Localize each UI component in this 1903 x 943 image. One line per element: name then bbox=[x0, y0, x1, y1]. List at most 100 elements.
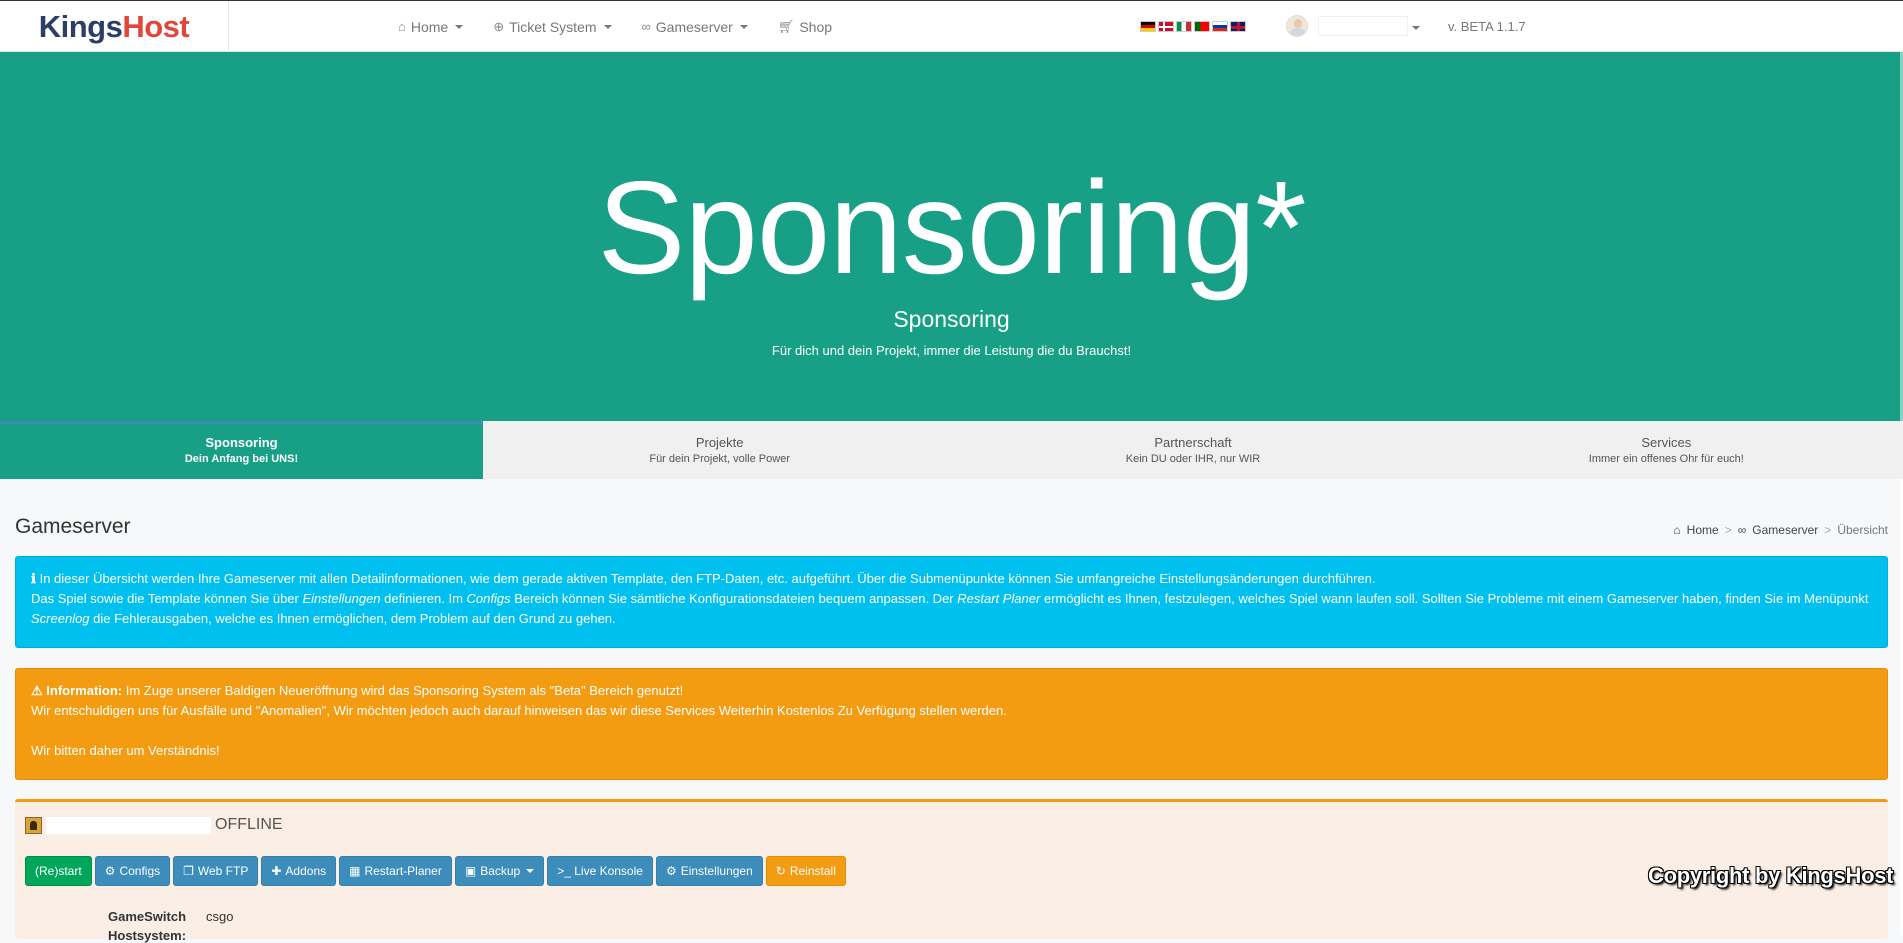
detail-key: GameSwitch bbox=[108, 909, 187, 924]
warning-text-3: Wir bitten daher um Verständnis! bbox=[31, 743, 220, 758]
reinstall-label: Reinstall bbox=[789, 864, 836, 878]
gamepad-icon: ∞ bbox=[641, 19, 651, 34]
warning-text-2: Wir entschuldigen uns für Ausfälle und "… bbox=[31, 703, 1007, 718]
tab-title: Partnerschaft bbox=[1154, 435, 1232, 450]
info-text: Bereich können Sie sämtliche Konfigurati… bbox=[510, 591, 958, 606]
breadcrumb-separator: > bbox=[1824, 523, 1832, 537]
flag-ru-icon[interactable] bbox=[1212, 21, 1228, 32]
breadcrumb-separator: > bbox=[1724, 523, 1732, 537]
tab-subtitle: Für dein Projekt, volle Power bbox=[649, 453, 790, 465]
home-icon: ⌂ bbox=[1673, 523, 1681, 537]
settings-button[interactable]: ⚙ Einstellungen bbox=[655, 856, 763, 886]
tab-title: Services bbox=[1641, 435, 1692, 450]
tab-title: Projekte bbox=[695, 435, 744, 450]
info-alert: ℹ In dieser Übersicht werden Ihre Gamese… bbox=[15, 556, 1888, 648]
nav-ticket-system[interactable]: ⊕ Ticket System bbox=[493, 18, 612, 35]
hero-tabs: Sponsoring Dein Anfang bei UNS! Projekte… bbox=[0, 421, 1903, 479]
user-menu-chevron-down-icon[interactable] bbox=[1412, 26, 1420, 30]
warning-label: Information: bbox=[46, 683, 123, 698]
flag-dk-icon[interactable] bbox=[1158, 21, 1174, 32]
flag-pt-icon[interactable] bbox=[1194, 21, 1210, 32]
nav-gameserver[interactable]: ∞ Gameserver bbox=[642, 19, 748, 35]
backup-button[interactable]: ▣ Backup bbox=[454, 856, 545, 886]
warning-text-1: Im Zuge unserer Baldigen Neueröffnung wi… bbox=[122, 683, 684, 698]
flag-de-icon[interactable] bbox=[1140, 21, 1156, 32]
info-text-em: Configs bbox=[466, 591, 511, 606]
tab-partnerschaft[interactable]: Partnerschaft Kein DU oder IHR, nur WIR bbox=[956, 421, 1429, 479]
info-alert-line1: ℹ In dieser Übersicht werden Ihre Gamese… bbox=[31, 569, 1872, 589]
logo[interactable]: KingsHost bbox=[0, 1, 229, 52]
gear-icon: ⚙ bbox=[665, 864, 677, 878]
logo-text-host: Host bbox=[122, 8, 190, 44]
floppy-icon: ▣ bbox=[464, 864, 477, 878]
detail-value: csgo bbox=[206, 909, 234, 924]
settings-label: Einstellungen bbox=[680, 864, 753, 878]
configs-button[interactable]: ⚙ Configs bbox=[94, 856, 171, 886]
tab-sponsoring[interactable]: Sponsoring Dein Anfang bei UNS! bbox=[0, 421, 483, 479]
warning-icon: ⚠ bbox=[31, 683, 43, 698]
nav-home-label: Home bbox=[410, 18, 449, 35]
restart-planer-button[interactable]: ▦ Restart-Planer bbox=[339, 856, 452, 886]
breadcrumb-home[interactable]: Home bbox=[1687, 523, 1719, 537]
info-text: die Fehlerausgaben, welche es Ihnen ermö… bbox=[89, 611, 616, 626]
live-console-label: >_ Live Konsole bbox=[557, 864, 643, 878]
server-action-buttons: (Re)start ⚙ Configs ❐ Web FTP ✚ Addons ▦ Res… bbox=[25, 856, 846, 886]
flag-gb-icon[interactable] bbox=[1230, 21, 1246, 32]
nav-gameserver-label: Gameserver bbox=[655, 18, 733, 35]
hero-heading: Sponsoring* bbox=[597, 154, 1306, 301]
chevron-down-icon bbox=[455, 24, 464, 29]
nav-shop-label: Shop bbox=[799, 18, 833, 35]
server-status: OFFLINE bbox=[215, 816, 283, 833]
tab-subtitle: Dein Anfang bei UNS! bbox=[184, 453, 299, 465]
puzzle-icon: ✚ bbox=[271, 864, 282, 878]
server-header: OFFLINE bbox=[25, 816, 283, 834]
warning-alert: ⚠ Information: Im Zuge unserer Baldigen … bbox=[15, 668, 1888, 780]
nav-ticket-label: Ticket System bbox=[509, 18, 597, 35]
breadcrumb-current: Übersicht bbox=[1837, 523, 1888, 537]
info-alert-line2: Das Spiel sowie die Template können Sie … bbox=[31, 589, 1872, 629]
language-flags bbox=[1140, 21, 1246, 32]
files-icon: ❐ bbox=[183, 864, 194, 878]
info-text-em: Restart Planer bbox=[957, 591, 1041, 606]
csgo-game-icon bbox=[25, 816, 42, 834]
live-console-button[interactable]: >_ Live Konsole bbox=[547, 856, 653, 886]
reinstall-button[interactable]: ↻ Reinstall bbox=[765, 856, 846, 886]
webftp-button[interactable]: ❐ Web FTP bbox=[173, 856, 259, 886]
detail-key: Hostsystem: bbox=[108, 928, 187, 943]
addons-button[interactable]: ✚ Addons bbox=[261, 856, 337, 886]
page-title: Gameserver bbox=[15, 515, 131, 538]
info-text-em: Einstellungen bbox=[302, 591, 381, 606]
refresh-icon: ↻ bbox=[775, 864, 786, 878]
restart-button[interactable]: (Re)start bbox=[25, 856, 92, 886]
webftp-label: Web FTP bbox=[197, 864, 249, 878]
info-text: ermöglicht es Ihnen, festzulegen, welche… bbox=[1040, 591, 1869, 606]
chevron-down-icon bbox=[739, 24, 748, 29]
tab-projekte[interactable]: Projekte Für dein Projekt, volle Power bbox=[483, 421, 956, 479]
configs-label: Configs bbox=[119, 864, 161, 878]
nav-shop[interactable]: 🛒︎ Shop bbox=[778, 19, 832, 35]
calendar-icon: ▦ bbox=[349, 864, 361, 878]
chevron-down-icon bbox=[603, 24, 612, 29]
main-nav: ⌂ Home ⊕ Ticket System ∞ Gameserver 🛒︎ S… bbox=[398, 1, 832, 52]
tab-title: Sponsoring bbox=[205, 435, 278, 450]
breadcrumb-gameserver[interactable]: Gameserver bbox=[1752, 523, 1818, 537]
tab-subtitle: Immer ein offenes Ohr für euch! bbox=[1588, 453, 1744, 465]
user-name-redacted[interactable] bbox=[1318, 16, 1408, 36]
backup-label: Backup bbox=[480, 864, 521, 878]
hero-banner: Sponsoring* Sponsoring Für dich und dein… bbox=[0, 52, 1903, 421]
info-icon: ℹ bbox=[31, 571, 36, 586]
nav-home[interactable]: ⌂ Home bbox=[398, 18, 464, 35]
detail-row-gameswitch: GameSwitch csgo bbox=[108, 909, 233, 924]
cart-icon: 🛒︎ bbox=[777, 18, 795, 34]
top-navbar: KingsHost ⌂ Home ⊕ Ticket System ∞ Games… bbox=[0, 0, 1903, 52]
lifebuoy-icon: ⊕ bbox=[493, 18, 505, 34]
version-label: v. BETA 1.1.7 bbox=[1448, 19, 1526, 34]
tab-services[interactable]: Services Immer ein offenes Ohr für euch! bbox=[1430, 421, 1903, 479]
restart-label: (Re)start bbox=[35, 864, 82, 878]
flag-it-icon[interactable] bbox=[1176, 21, 1192, 32]
avatar[interactable] bbox=[1286, 15, 1308, 37]
hero-tagline: Für dich und dein Projekt, immer die Lei… bbox=[771, 343, 1132, 358]
restart-planer-label: Restart-Planer bbox=[364, 864, 442, 878]
chevron-down-icon bbox=[526, 869, 535, 873]
gameserver-box: OFFLINE (Re)start ⚙ Configs ❐ Web FTP ✚ Add… bbox=[15, 799, 1888, 943]
